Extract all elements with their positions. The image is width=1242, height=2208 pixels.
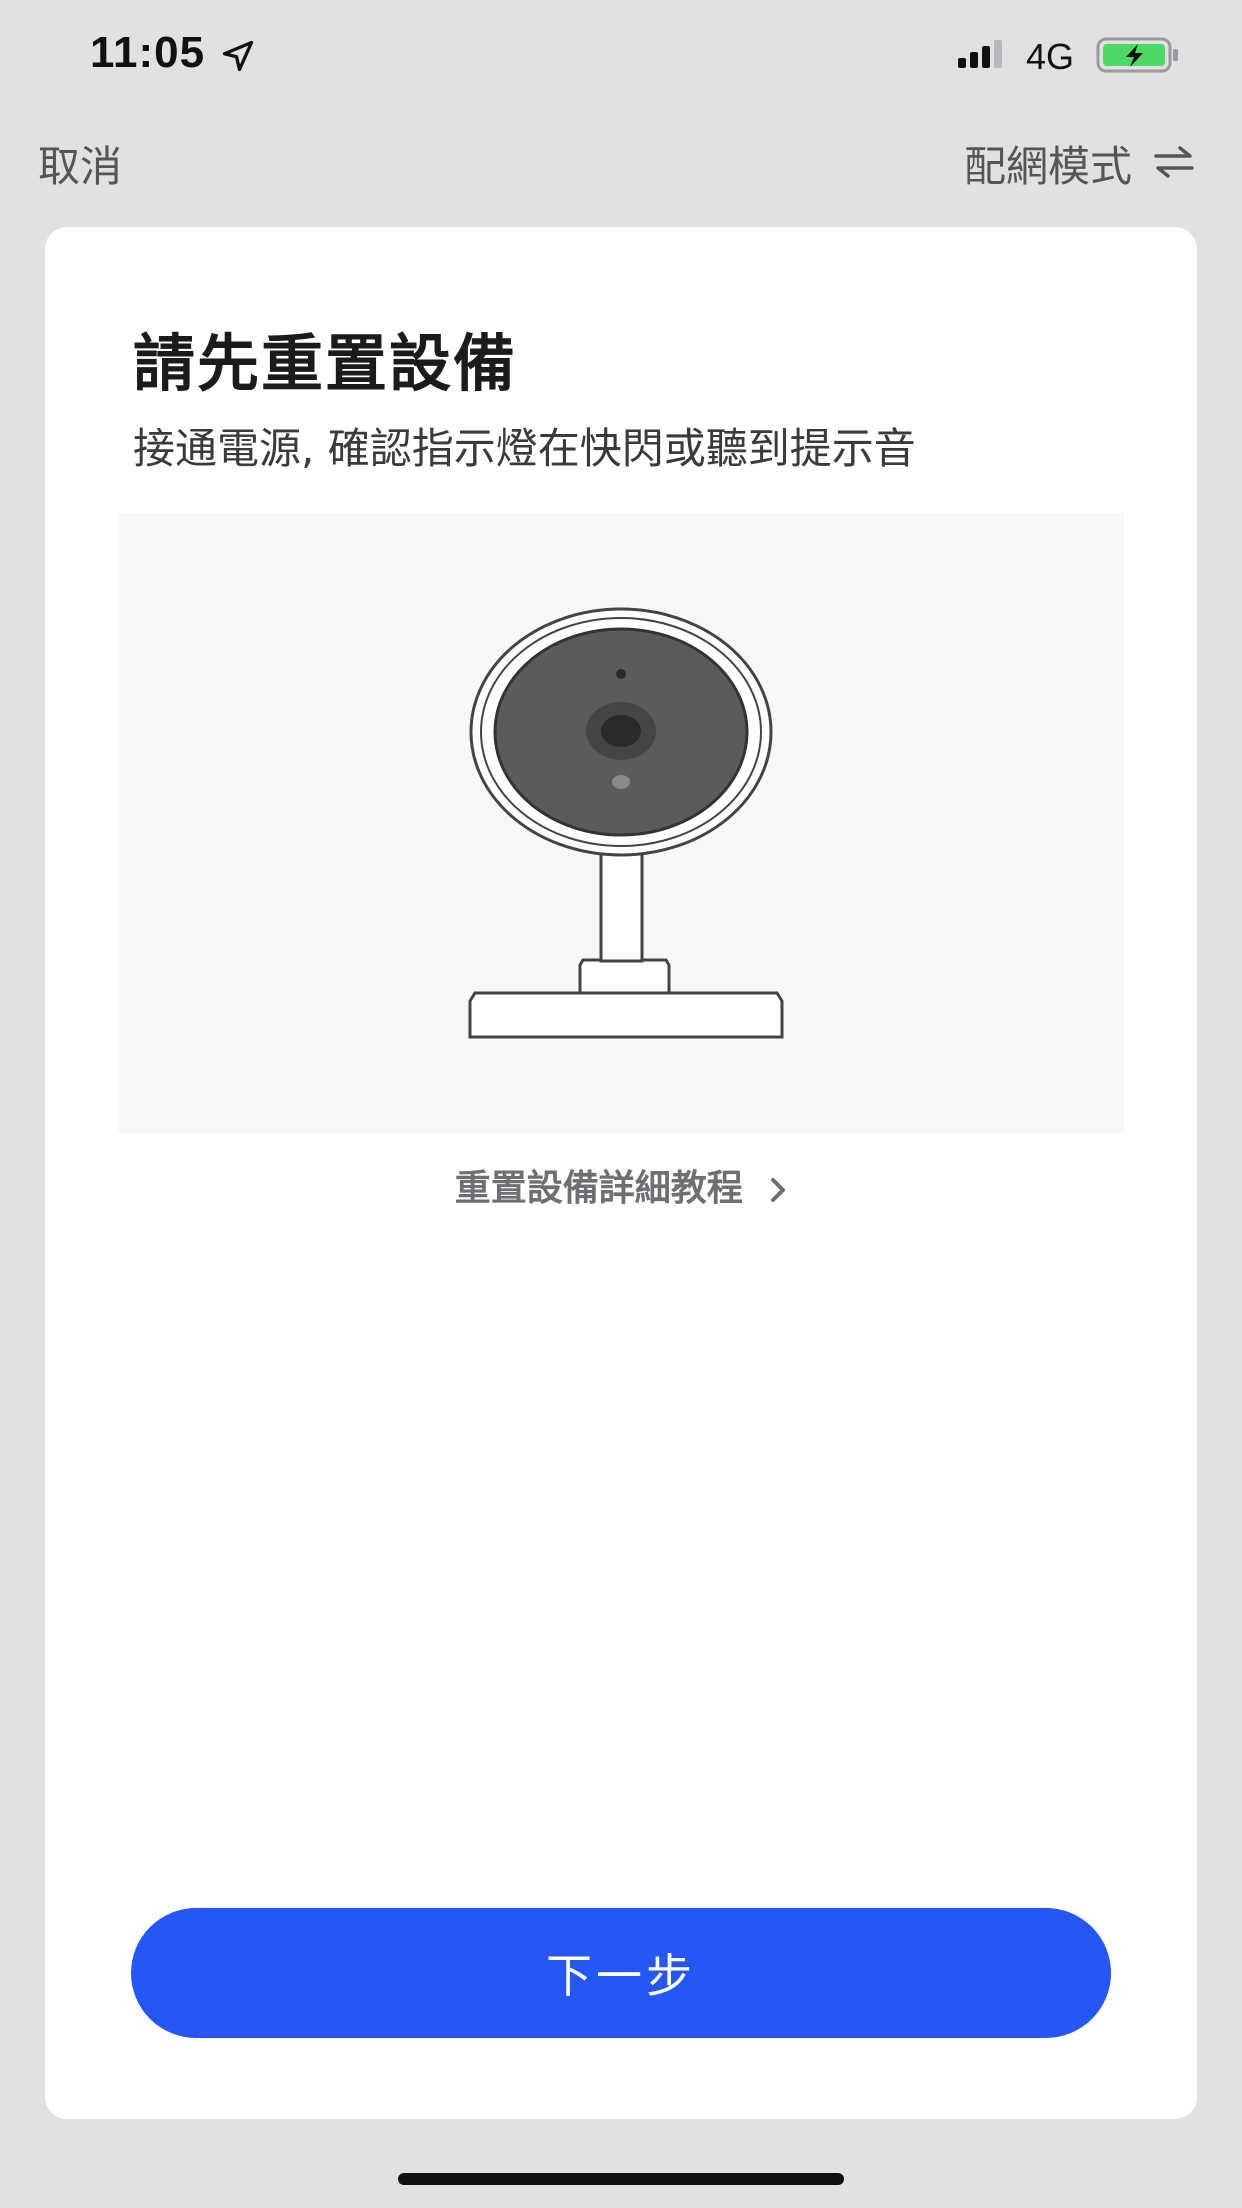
cancel-button[interactable]: 取消 [38,133,122,194]
reset-tutorial-link[interactable]: 重置設備詳細教程 [45,1159,1197,1211]
swap-arrows-icon[interactable] [1152,142,1196,182]
reset-tutorial-label: 重置設備詳細教程 [454,1168,743,1209]
reset-device-card: 請先重置設備 接通電源, 確認指示燈在快閃或聽到提示音 重置設備詳細教程 下一步 [45,227,1197,2119]
battery-charging-icon [1096,37,1178,73]
status-time: 11:05 [90,28,206,77]
page-subtitle: 接通電源, 確認指示燈在快閃或聽到提示音 [133,424,916,473]
page-title: 請先重置設備 [133,327,518,400]
status-bar: 11:05 4G [0,0,1242,110]
signal-icon [958,40,1002,68]
pairing-mode-button[interactable]: 配網模式 [964,133,1132,194]
location-arrow-icon [222,40,254,72]
camera-illustration [118,513,1124,1133]
next-step-button[interactable]: 下一步 [131,1908,1111,2038]
camera-icon [468,607,784,1039]
home-indicator [398,2173,844,2185]
chevron-right-icon [771,1178,786,1202]
network-type: 4G [1026,36,1075,77]
